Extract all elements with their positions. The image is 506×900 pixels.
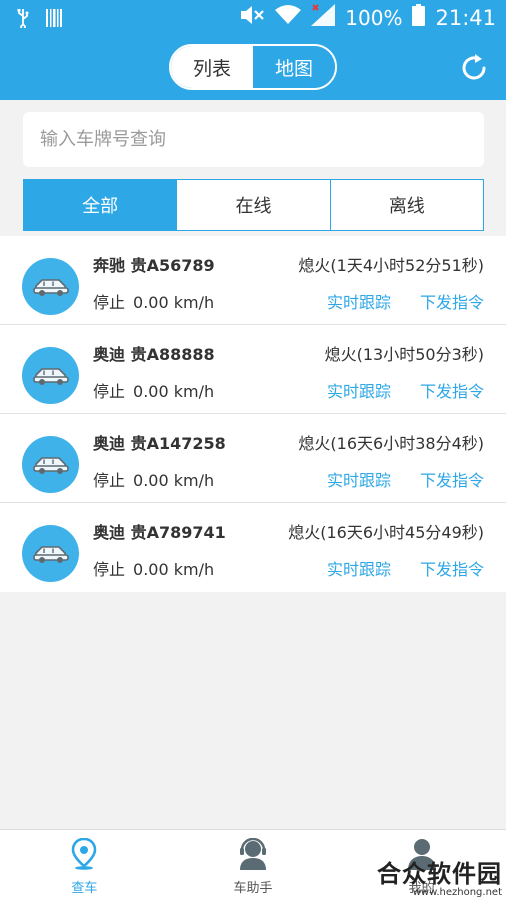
vehicle-plate: 奥迪 贵A147258	[93, 434, 226, 453]
speed-value: 0.00 km/h	[133, 293, 215, 312]
send-command-link[interactable]: 下发指令	[420, 467, 484, 491]
nav-find-car[interactable]: 查车	[0, 830, 169, 900]
realtime-track-link[interactable]: 实时跟踪	[327, 556, 391, 580]
status-bar: 100% 21:41	[0, 0, 506, 36]
speed-value: 0.00 km/h	[133, 560, 215, 579]
state-label: 停止	[93, 293, 126, 312]
nav-label: 车助手	[233, 881, 273, 896]
motion-state: 停止 0.00 km/h	[93, 467, 214, 491]
tab-all[interactable]: 全部	[24, 180, 177, 230]
realtime-track-link[interactable]: 实时跟踪	[327, 378, 391, 402]
state-label: 停止	[93, 382, 126, 401]
car-icon	[22, 436, 79, 493]
tab-online[interactable]: 在线	[176, 180, 329, 230]
realtime-track-link[interactable]: 实时跟踪	[327, 467, 391, 491]
state-label: 停止	[93, 471, 126, 490]
realtime-track-link[interactable]: 实时跟踪	[327, 289, 391, 313]
motion-state: 停止 0.00 km/h	[93, 378, 214, 402]
engine-status: 熄火(13小时50分3秒)	[324, 345, 484, 364]
app-header: 100% 21:41 列表 地图	[0, 0, 506, 100]
clock: 21:41	[435, 5, 496, 30]
state-label: 停止	[93, 560, 126, 579]
send-command-link[interactable]: 下发指令	[420, 378, 484, 402]
vehicle-plate: 奔驰 贵A56789	[93, 256, 215, 275]
engine-status: 熄火(16天6小时38分4秒)	[298, 434, 484, 453]
vehicle-row[interactable]: 奔驰 贵A56789 熄火(1天4小时52分51秒) 停止 0.00 km/h 实…	[0, 236, 506, 325]
status-filter: 全部 在线 离线	[23, 179, 484, 231]
motion-state: 停止 0.00 km/h	[93, 289, 214, 313]
vehicle-row[interactable]: 奥迪 贵A147258 熄火(16天6小时38分4秒) 停止 0.00 km/h …	[0, 414, 506, 503]
car-icon	[22, 525, 79, 582]
nav-label: 查车	[71, 881, 98, 896]
refresh-icon[interactable]	[458, 52, 490, 84]
motion-state: 停止 0.00 km/h	[93, 556, 214, 580]
car-icon	[22, 347, 79, 404]
site-watermark: 合众软件园 www.hezhong.net	[377, 854, 502, 898]
watermark-text: 合众软件园	[377, 860, 502, 888]
engine-status: 熄火(1天4小时52分51秒)	[298, 256, 484, 275]
tab-offline[interactable]: 离线	[329, 180, 483, 230]
vehicle-plate: 奥迪 贵A88888	[93, 345, 215, 364]
vehicle-row[interactable]: 奥迪 贵A789741 熄火(16天6小时45分49秒) 停止 0.00 km/h…	[0, 503, 506, 592]
nav-car-assistant[interactable]: 车助手	[169, 830, 338, 900]
vehicle-list: 奔驰 贵A56789 熄火(1天4小时52分51秒) 停止 0.00 km/h 实…	[0, 236, 506, 592]
assistant-icon	[238, 837, 268, 874]
map-view-tab[interactable]: 地图	[253, 46, 335, 88]
speed-value: 0.00 km/h	[133, 382, 215, 401]
map-pin-icon	[71, 837, 97, 874]
engine-status: 熄火(16天6小时45分49秒)	[288, 523, 484, 542]
battery-icon	[412, 4, 426, 31]
search-input[interactable]	[23, 112, 484, 167]
view-switch: 列表 地图	[169, 44, 337, 90]
usb-icon	[16, 8, 30, 32]
signal-icon	[311, 4, 336, 31]
send-command-link[interactable]: 下发指令	[420, 289, 484, 313]
send-command-link[interactable]: 下发指令	[420, 556, 484, 580]
vehicle-plate: 奥迪 贵A789741	[93, 523, 226, 542]
mute-icon	[239, 4, 265, 31]
list-view-tab[interactable]: 列表	[171, 46, 253, 88]
speed-value: 0.00 km/h	[133, 471, 215, 490]
car-icon	[22, 258, 79, 315]
barcode-icon	[46, 9, 62, 31]
battery-percent: 100%	[345, 5, 403, 30]
vehicle-row[interactable]: 奥迪 贵A88888 熄火(13小时50分3秒) 停止 0.00 km/h 实时跟…	[0, 325, 506, 414]
wifi-icon	[275, 4, 302, 31]
